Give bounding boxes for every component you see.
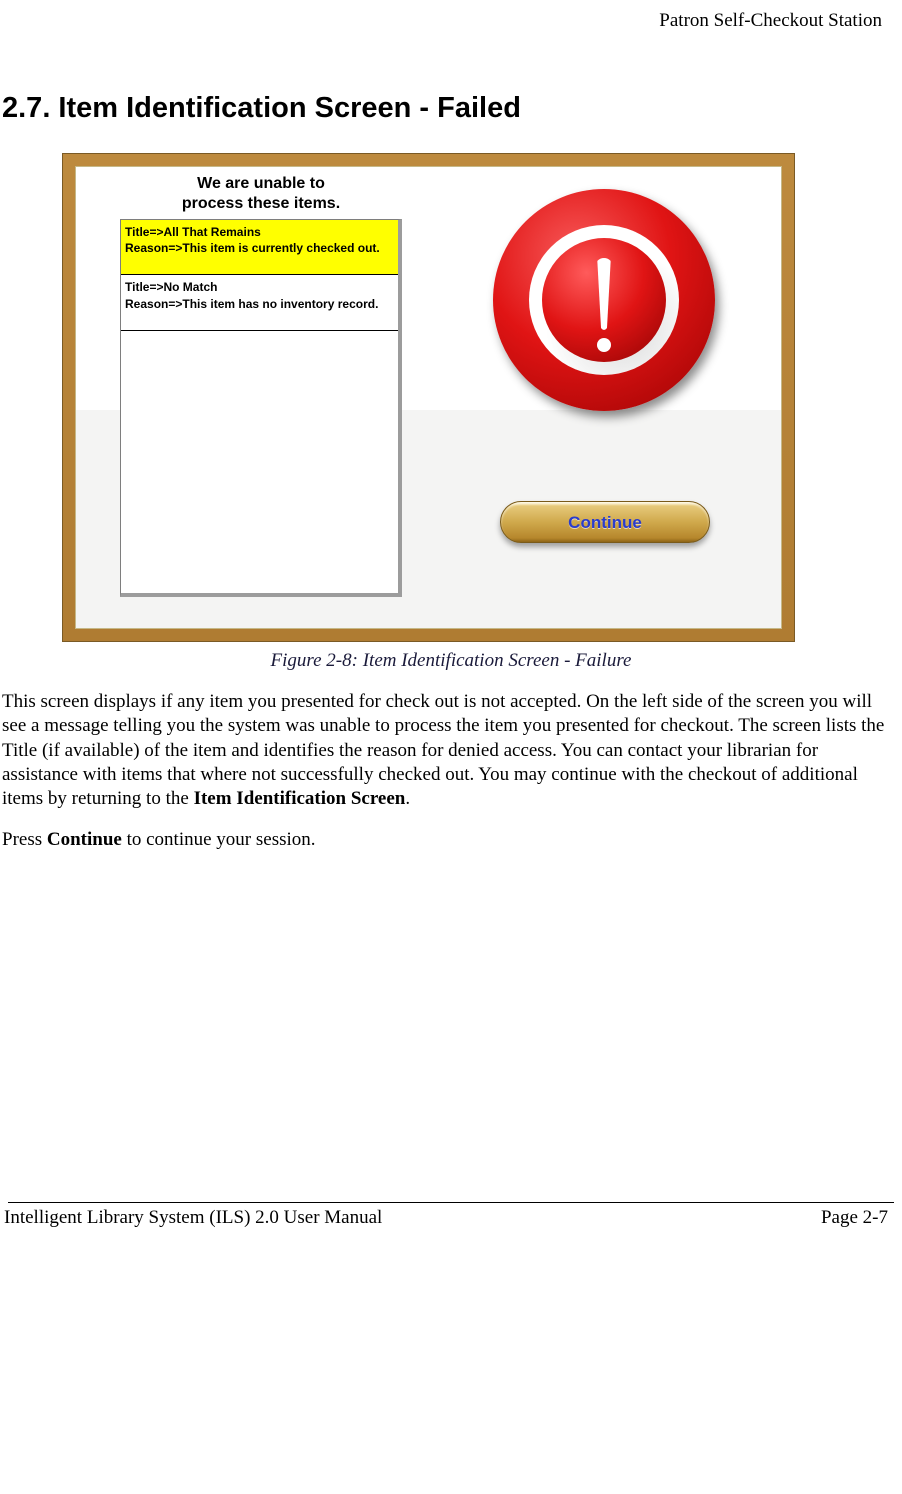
- footer-rule: [8, 1202, 894, 1203]
- body-paragraph-1: This screen displays if any item you pre…: [0, 690, 902, 828]
- figure: We are unable to process these items. Ti…: [0, 153, 902, 642]
- section-heading: 2.7. Item Identification Screen - Failed: [0, 92, 902, 153]
- screenshot-panel: We are unable to process these items. Ti…: [75, 166, 782, 629]
- continue-button[interactable]: Continue: [500, 501, 710, 543]
- item-title: Title=>All That Remains: [125, 224, 394, 240]
- list-item[interactable]: Title=>No Match Reason=>This item has no…: [121, 275, 398, 330]
- item-reason: Reason=>This item has no inventory recor…: [125, 296, 394, 312]
- list-item[interactable]: Title=>All That Remains Reason=>This ite…: [121, 220, 398, 275]
- alert-exclamation-icon: [493, 189, 715, 411]
- bold-term: Continue: [47, 829, 122, 850]
- item-title: Title=>No Match: [125, 279, 394, 295]
- unable-to-process-message: We are unable to process these items.: [120, 174, 402, 219]
- body-paragraph-2: Press Continue to continue your session.: [0, 828, 902, 1202]
- item-reason: Reason=>This item is currently checked o…: [125, 240, 394, 256]
- figure-caption: Figure 2-8: Item Identification Screen -…: [0, 642, 902, 690]
- running-header: Patron Self-Checkout Station: [0, 10, 902, 92]
- screenshot-frame: We are unable to process these items. Ti…: [62, 153, 795, 642]
- failed-items-list: Title=>All That Remains Reason=>This ite…: [120, 219, 402, 597]
- bold-term: Item Identification Screen: [194, 788, 406, 809]
- footer-page-number: Page 2-7: [821, 1207, 888, 1229]
- footer-left: Intelligent Library System (ILS) 2.0 Use…: [4, 1207, 382, 1229]
